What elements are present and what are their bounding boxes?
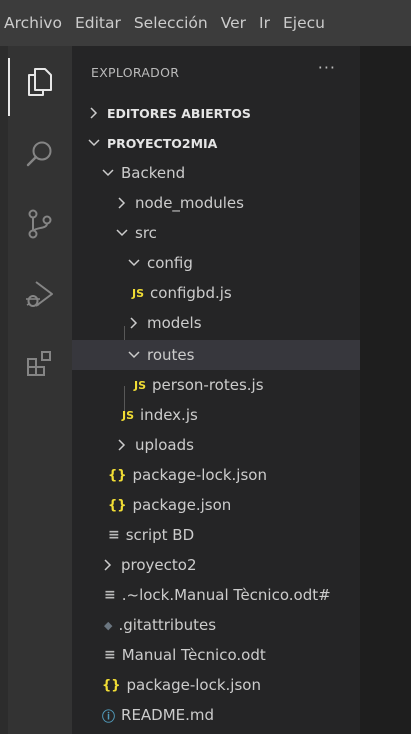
window-edge [0, 46, 8, 734]
tree-file-package-lock-root[interactable]: {} package-lock.json [72, 670, 360, 700]
menu-archivo[interactable]: Archivo [4, 14, 62, 32]
tree-label: .gitattributes [118, 616, 217, 634]
vscode-window: Archivo Editar Selección Ver Ir Ejecu EX… [0, 0, 411, 734]
tree-folder-routes[interactable]: routes [72, 340, 360, 370]
section-open-editors[interactable]: EDITORES ABIERTOS [72, 98, 360, 128]
chevron-down-icon [126, 350, 142, 360]
chevron-right-icon [100, 559, 116, 571]
tree-label: script BD [125, 526, 195, 544]
active-view-indicator [8, 58, 10, 116]
menu-ejecutar[interactable]: Ejecu [283, 14, 325, 32]
tree-label: proyecto2 [121, 556, 197, 574]
tree-folder-proyecto2[interactable]: proyecto2 [72, 550, 360, 580]
extensions-icon[interactable] [18, 342, 62, 386]
tree-file-script-bd[interactable]: ≡ script BD [72, 520, 360, 550]
tree-label: config [147, 254, 193, 272]
menu-ver[interactable]: Ver [221, 14, 246, 32]
tree-label: index.js [140, 406, 198, 424]
source-control-icon[interactable] [18, 202, 62, 246]
tree-folder-node-modules[interactable]: node_modules [72, 188, 360, 218]
menu-editar[interactable]: Editar [75, 14, 121, 32]
tree-file-person-rotes[interactable]: JS person-rotes.js [72, 370, 360, 400]
text-file-icon: ≡ [104, 647, 116, 663]
json-file-icon: {} [108, 467, 127, 483]
js-file-icon: JS [132, 286, 145, 300]
menu-bar: Archivo Editar Selección Ver Ir Ejecu [0, 0, 411, 46]
chevron-down-icon [100, 168, 116, 178]
git-file-icon: ◆ [104, 618, 113, 632]
js-file-icon: JS [122, 408, 135, 422]
explorer-title: EXPLORADOR [91, 65, 180, 80]
more-actions-icon[interactable]: ··· [318, 58, 336, 77]
text-file-icon: ≡ [104, 587, 116, 603]
chevron-right-icon [114, 197, 130, 209]
section-label: PROYECTO2MIA [107, 135, 218, 151]
tree-file-manual[interactable]: ≡ Manual Tècnico.odt [72, 640, 360, 670]
chevron-right-icon [114, 439, 130, 451]
explorer-header: EXPLORADOR ··· [72, 46, 360, 102]
search-icon[interactable] [18, 132, 62, 176]
run-debug-icon[interactable] [18, 272, 62, 316]
tree-label: uploads [135, 436, 194, 454]
text-file-icon: ≡ [108, 527, 120, 543]
tree-label: package-lock.json [126, 676, 261, 694]
tree-folder-config[interactable]: config [72, 248, 360, 278]
chevron-down-icon [114, 228, 130, 238]
tree-label: package.json [132, 496, 232, 514]
tree-label: src [135, 224, 157, 242]
tree-label: package-lock.json [132, 466, 267, 484]
json-file-icon: {} [102, 677, 121, 693]
tree-folder-backend[interactable]: Backend [72, 158, 360, 188]
tree-file-package-backend[interactable]: {} package.json [72, 490, 360, 520]
tree-label: models [147, 314, 202, 332]
chevron-right-icon [126, 317, 142, 329]
menu-seleccion[interactable]: Selección [134, 14, 208, 32]
info-icon: ⓘ [102, 709, 116, 725]
tree-folder-uploads[interactable]: uploads [72, 430, 360, 460]
tree-file-gitattributes[interactable]: ◆ .gitattributes [72, 610, 360, 640]
activity-bar [8, 46, 72, 734]
section-label: EDITORES ABIERTOS [107, 105, 251, 121]
js-file-icon: JS [134, 378, 147, 392]
chevron-down-icon [86, 138, 102, 148]
explorer-icon[interactable] [18, 60, 62, 104]
tree-file-configbd[interactable]: JS configbd.js [72, 278, 360, 308]
tree-label: README.md [121, 706, 215, 724]
section-project[interactable]: PROYECTO2MIA [72, 128, 360, 158]
tree-label: node_modules [135, 194, 244, 212]
tree-label: .~lock.Manual Tècnico.odt# [121, 586, 331, 604]
tree-folder-models[interactable]: models [72, 308, 360, 338]
tree-folder-src[interactable]: src [72, 218, 360, 248]
json-file-icon: {} [108, 497, 127, 513]
tree-label: Manual Tècnico.odt [121, 646, 266, 664]
tree-label: configbd.js [150, 284, 232, 302]
tree-label: Backend [121, 164, 186, 182]
tree-file-package-lock-backend[interactable]: {} package-lock.json [72, 460, 360, 490]
tree-label: routes [147, 346, 195, 364]
editor-area[interactable] [360, 46, 411, 734]
tree-label: person-rotes.js [152, 376, 264, 394]
tree-file-index[interactable]: JS index.js [72, 400, 360, 430]
menu-ir[interactable]: Ir [259, 14, 270, 32]
chevron-down-icon [126, 258, 142, 268]
tree-file-readme[interactable]: ⓘ README.md [72, 700, 360, 730]
tree-file-lock-manual[interactable]: ≡ .~lock.Manual Tècnico.odt# [72, 580, 360, 610]
explorer-sidebar: EXPLORADOR ··· EDITORES ABIERTOS PROYECT… [72, 46, 360, 734]
chevron-right-icon [86, 107, 102, 119]
